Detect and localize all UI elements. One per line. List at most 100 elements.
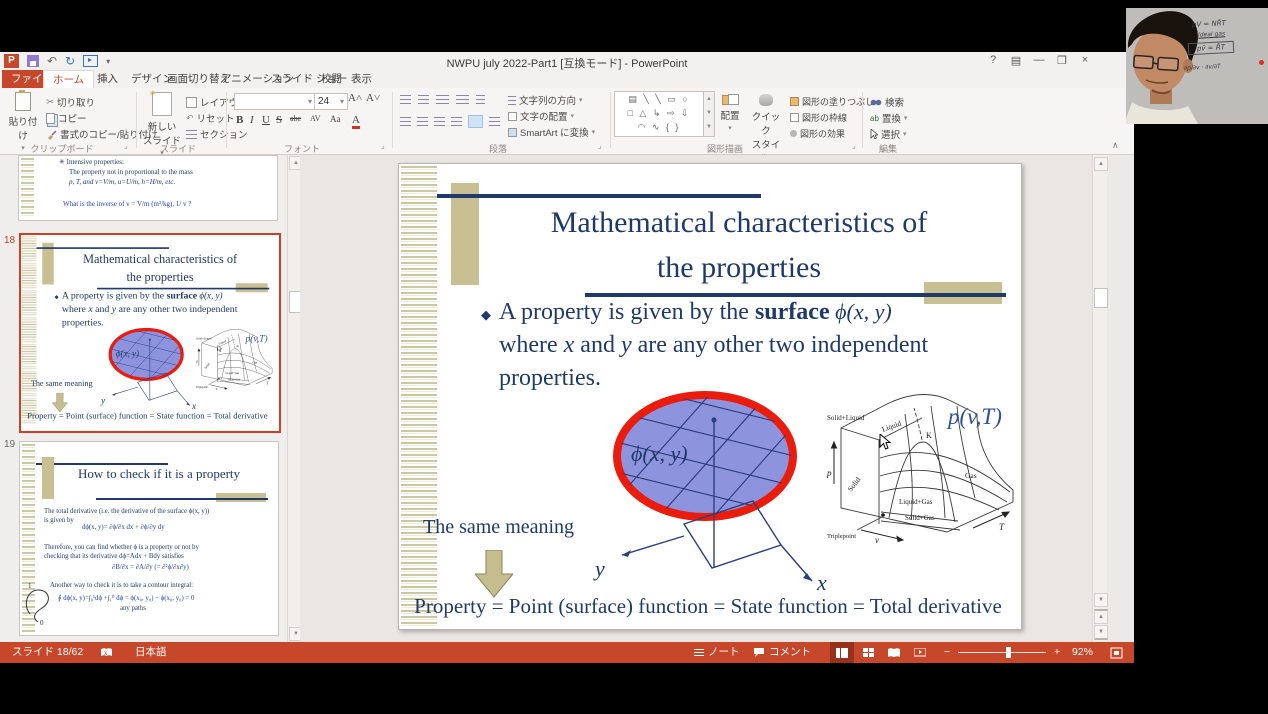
title-rule-top — [36, 247, 170, 249]
svg-text:Solid: Solid — [845, 475, 862, 493]
slide-sorter-view-button[interactable] — [856, 642, 880, 663]
paragraph-dialog-launcher[interactable]: ⌟ — [598, 141, 602, 150]
svg-text:Solid: Solid — [204, 362, 211, 370]
shadow-button[interactable]: abc — [290, 114, 301, 123]
format-painter-button[interactable]: 書式のコピー/貼り付け — [46, 127, 158, 141]
zoom-level[interactable]: 92% — [1072, 642, 1093, 663]
scroll-up-button[interactable]: ▲ — [1094, 157, 1108, 171]
align-text-button[interactable]: 文字の配置 ▾ — [508, 109, 574, 123]
workspace: ✳ Intensive properties: The property not… — [0, 155, 1134, 642]
svg-text:Liquid+Gas: Liquid+Gas — [226, 371, 241, 375]
italic-button[interactable]: I — [250, 114, 254, 126]
shape-outline-button[interactable]: 図形の枠線 — [790, 111, 847, 124]
tab-view[interactable]: 表示 — [342, 70, 381, 88]
replace-button[interactable]: ab 置換 ▾ — [870, 111, 907, 126]
zoom-slider-thumb[interactable] — [1006, 647, 1011, 658]
change-case-button[interactable]: Aa — [330, 114, 341, 124]
shape-effects-icon — [790, 130, 797, 137]
numbering-button[interactable] — [418, 95, 429, 104]
shrink-font-button[interactable]: A˅ — [366, 92, 380, 104]
ribbon-display-options-button[interactable]: ▤ — [1009, 54, 1023, 67]
shapes-gallery-scroll[interactable]: ▲ ▼ ▼ — [703, 91, 715, 137]
distribute-text-button[interactable] — [468, 115, 483, 128]
bottom-statement: Property = Point (surface) function = St… — [27, 410, 268, 421]
format-painter-icon — [48, 130, 57, 140]
find-button[interactable]: 検索 — [870, 95, 904, 109]
editor-scrollbar[interactable]: ▲ ▼ ▲ ▼ — [1092, 155, 1108, 642]
restore-button[interactable]: ❐ — [1055, 54, 1069, 67]
copy-button[interactable]: コピー — [46, 111, 87, 125]
thumbnail-slide-17[interactable]: ✳ Intensive properties: The property not… — [18, 155, 278, 221]
language-indicator[interactable]: 日本語 — [135, 642, 167, 663]
grow-font-button[interactable]: A˄ — [348, 92, 362, 104]
shapes-gallery[interactable]: ▤ ╲ ╲ ▭ ○ □ △ ↳ ⇨ ⇩ ◠ ∿ { } — [614, 91, 704, 137]
mouse-cursor — [217, 345, 223, 352]
text-direction-button[interactable]: 文字列の方向 ▾ — [508, 93, 583, 107]
zoom-slider-track[interactable] — [958, 652, 1046, 653]
whiteboard-equation-3: pv̄ = R̄T — [1187, 40, 1235, 56]
font-dialog-launcher[interactable]: ⌟ — [381, 141, 385, 150]
spellcheck-indicator[interactable]: x — [100, 642, 113, 663]
next-slide-button[interactable]: ▼ — [1094, 625, 1108, 640]
help-button[interactable]: ? — [986, 54, 1000, 67]
bullets-button[interactable] — [400, 95, 411, 104]
font-name-combo[interactable]: ▾ — [234, 93, 316, 110]
comments-button[interactable]: コメント — [754, 642, 811, 663]
decrease-indent-button[interactable] — [436, 95, 449, 104]
smartart-button[interactable]: SmartArt に変換 ▾ — [508, 125, 595, 139]
comment-icon — [754, 647, 764, 657]
desktop: P ↶ ↻ ▾ NWPU july 2022-Part1 [互換モード] - P… — [0, 0, 1268, 714]
justify-button[interactable] — [451, 117, 462, 126]
align-center-button[interactable] — [417, 117, 428, 126]
font-color-button[interactable]: A — [352, 114, 360, 129]
slideshow-view-button[interactable] — [908, 642, 932, 663]
zoom-out-button[interactable]: − — [944, 642, 950, 663]
increase-indent-button[interactable] — [456, 95, 469, 104]
collapse-ribbon-button[interactable]: ∧ — [1112, 140, 1119, 151]
tab-home[interactable]: ホーム — [43, 70, 95, 89]
same-meaning-label: The same meaning — [423, 516, 575, 538]
powerpoint-app-icon[interactable]: P — [4, 54, 19, 68]
ribbon: 貼り付け ▾ ✂ 切り取り コピー 書式のコピー/貼り付け クリップボード ⌟ … — [0, 88, 1134, 165]
line-spacing-button[interactable] — [476, 95, 485, 104]
thumbnail-number-19: 19 — [4, 439, 16, 450]
bold-button[interactable]: B — [236, 114, 243, 126]
thumbnail-slide-19[interactable]: How to check if it is a property The tot… — [19, 441, 279, 636]
fit-slide-button[interactable] — [1110, 642, 1123, 663]
normal-view-button[interactable] — [830, 642, 854, 663]
scrollbar-thumb[interactable] — [1094, 288, 1108, 308]
slide-counter[interactable]: スライド 18/62 — [12, 642, 83, 663]
minimize-button[interactable]: — — [1032, 54, 1046, 67]
redo-button[interactable]: ↻ — [65, 54, 75, 68]
save-button[interactable] — [27, 55, 39, 67]
customize-qat-button[interactable]: ▾ — [106, 57, 110, 66]
arrange-button[interactable]: 配置 ▾ — [716, 94, 744, 133]
thumbnail-slide-18-selected[interactable]: Mathematical characteristics of the prope… — [19, 233, 281, 433]
columns-button[interactable] — [489, 117, 500, 126]
pvt-function-label: p(v,T) — [948, 404, 1002, 429]
svg-text:Solid+Liquid: Solid+Liquid — [827, 414, 865, 422]
reading-view-button[interactable] — [882, 642, 906, 663]
font-size-combo[interactable]: 24 ▾ — [314, 93, 348, 110]
section-button[interactable]: セクション — [186, 127, 248, 141]
svg-text:x: x — [104, 649, 108, 657]
cut-button[interactable]: ✂ 切り取り — [46, 95, 95, 110]
align-left-button[interactable] — [400, 117, 411, 126]
underline-button[interactable]: U — [262, 114, 270, 126]
char-spacing-button[interactable]: AV — [310, 114, 321, 123]
shape-effects-button[interactable]: 図形の効果 — [790, 127, 845, 140]
svg-text:0: 0 — [40, 619, 44, 626]
scroll-down-button[interactable]: ▼ — [1094, 593, 1108, 607]
previous-slide-button[interactable]: ▲ — [1094, 609, 1108, 624]
select-button[interactable]: 選択 ▾ — [870, 127, 907, 141]
align-right-button[interactable] — [434, 117, 445, 126]
close-button[interactable]: × — [1078, 54, 1092, 67]
zoom-in-button[interactable]: + — [1054, 642, 1060, 663]
strikethrough-button[interactable]: S — [276, 114, 282, 126]
slide-canvas[interactable]: Mathematical characteristics of the prope… — [398, 163, 1022, 630]
undo-button[interactable]: ↶ — [47, 54, 57, 68]
reset-button[interactable]: ↶ リセット — [186, 111, 235, 126]
layout-icon — [186, 96, 197, 108]
start-slideshow-button[interactable] — [83, 55, 99, 67]
notes-button[interactable]: ノート — [694, 642, 740, 663]
